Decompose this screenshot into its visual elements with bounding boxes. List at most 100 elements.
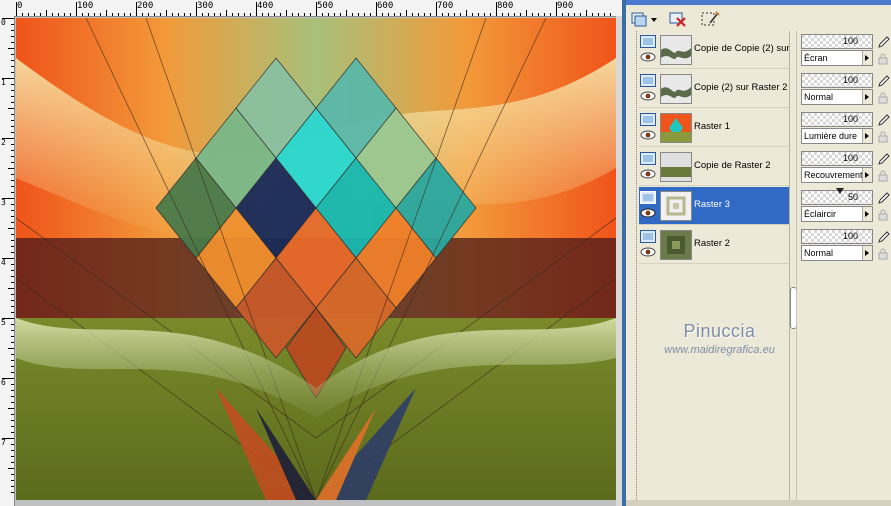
layer-thumbnail: [660, 35, 692, 65]
layer-row[interactable]: Copie de Copie (2) sur: [639, 31, 790, 69]
layer-list: Copie de Copie (2) sur Copie (2) sur Ras…: [636, 31, 790, 506]
dropdown-arrow-icon[interactable]: [862, 207, 872, 221]
visibility-eye-icon[interactable]: [640, 208, 656, 218]
ruler-tick-label: 4: [1, 258, 6, 267]
layer-thumbnail: [660, 152, 692, 182]
ruler-tick-label: 300: [197, 1, 214, 11]
layers-palette: Copie de Copie (2) sur Copie (2) sur Ras…: [626, 0, 891, 506]
edit-pen-icon[interactable]: [877, 113, 891, 127]
opacity-slider[interactable]: 100: [801, 151, 873, 166]
ruler-tick-label: 400: [257, 1, 274, 11]
edit-pen-icon[interactable]: [877, 230, 891, 244]
layer-row-selected[interactable]: Raster 3: [639, 187, 789, 225]
blend-mode-select[interactable]: Lumière dure: [801, 128, 873, 144]
ruler-tick-label: 200: [137, 1, 154, 11]
raster-layer-icon: [640, 35, 656, 48]
edit-pen-icon[interactable]: [877, 191, 891, 205]
opacity-value: 100: [842, 36, 858, 46]
layers-toolbar: [626, 5, 891, 31]
artwork-canvas[interactable]: [16, 18, 616, 500]
blend-mode-value: Normal: [804, 248, 834, 258]
watermark: Pinuccia www.maidiregrafica.eu: [637, 321, 802, 356]
ruler-tick-label: 6: [1, 378, 6, 387]
visibility-eye-icon[interactable]: [640, 130, 656, 140]
layer-row[interactable]: Copie (2) sur Raster 2: [639, 70, 789, 108]
opacity-slider[interactable]: 100: [801, 112, 873, 127]
blend-mode-value: Normal: [804, 92, 834, 102]
visibility-eye-icon[interactable]: [640, 91, 656, 101]
ruler-tick-label: 0: [17, 1, 23, 11]
ruler-tick-label: 700: [437, 1, 454, 11]
blend-mode-select[interactable]: Écran: [801, 50, 873, 66]
layer-row[interactable]: Copie de Raster 2: [639, 148, 789, 186]
layer-row[interactable]: Raster 2: [639, 226, 789, 264]
layer-thumbnail: [660, 74, 692, 104]
raster-layer-icon: [640, 113, 656, 126]
blend-mode-value: Recouvrement: [804, 170, 863, 180]
lock-transparency-icon[interactable]: [877, 131, 889, 143]
blend-mode-select[interactable]: Normal: [801, 245, 873, 261]
ruler-tick-label: 0: [1, 18, 6, 27]
visibility-eye-icon[interactable]: [640, 247, 656, 257]
lock-transparency-icon[interactable]: [877, 248, 889, 260]
vertical-ruler: 0 1 2 3 4 5 6 7: [0, 16, 15, 506]
blend-mode-select[interactable]: Éclaircir: [801, 206, 873, 222]
opacity-value: 100: [842, 153, 858, 163]
layer-thumbnail: [660, 113, 692, 143]
opacity-slider[interactable]: 100: [801, 229, 873, 244]
ruler-tick-label: 7: [1, 438, 6, 447]
delete-layer-icon[interactable]: [666, 8, 690, 30]
visibility-eye-icon[interactable]: [640, 52, 656, 62]
dropdown-arrow-icon[interactable]: [862, 90, 872, 104]
layer-name: Copie (2) sur Raster 2: [694, 82, 788, 93]
layer-properties-column: 100 Écran 100 Normal 100 Lumière dure 100 Recou…: [796, 31, 891, 506]
blend-mode-select[interactable]: Normal: [801, 89, 873, 105]
raster-layer-icon: [640, 191, 656, 204]
layer-properties: 100 Normal: [799, 226, 891, 263]
palette-splitter[interactable]: [789, 31, 797, 506]
watermark-url: www.maidiregrafica.eu: [664, 344, 775, 356]
opacity-slider[interactable]: 100: [801, 73, 873, 88]
layer-properties: 100 Recouvrement: [799, 148, 891, 185]
ruler-tick-label: 3: [1, 198, 6, 207]
dropdown-arrow-icon[interactable]: [862, 129, 872, 143]
layer-thumbnail: [660, 230, 692, 260]
dropdown-arrow-icon[interactable]: [862, 51, 872, 65]
opacity-value: 100: [842, 231, 858, 241]
edit-pen-icon[interactable]: [877, 74, 891, 88]
ruler-tick-label: 800: [497, 1, 514, 11]
opacity-value: 100: [842, 114, 858, 124]
blend-mode-select[interactable]: Recouvrement: [801, 167, 873, 183]
ruler-tick-label: 600: [377, 1, 394, 11]
layer-properties: 100 Lumière dure: [799, 109, 891, 146]
ruler-tick-label: 1: [1, 78, 6, 87]
opacity-value: 50: [847, 192, 858, 202]
lock-transparency-icon[interactable]: [877, 92, 889, 104]
lock-transparency-icon[interactable]: [877, 53, 889, 65]
ruler-tick-label: 2: [1, 138, 6, 147]
layer-row[interactable]: Raster 1: [639, 109, 789, 147]
raster-layer-icon: [640, 152, 656, 165]
canvas-area[interactable]: 0 100 200 300 400 500 600 700 800 900 0 1 2 3 4 5 6 7: [0, 0, 622, 506]
dropdown-arrow-icon[interactable]: [862, 246, 872, 260]
edit-selection-icon[interactable]: [698, 8, 722, 30]
new-layer-dropdown-icon[interactable]: [628, 8, 660, 30]
visibility-eye-icon[interactable]: [640, 169, 656, 179]
layer-name: Raster 2: [694, 238, 730, 249]
layer-properties: 100 Normal: [799, 70, 891, 107]
edit-pen-icon[interactable]: [877, 35, 891, 49]
layer-name: Copie de Raster 2: [694, 160, 771, 171]
raster-layer-icon: [640, 230, 656, 243]
layer-name: Copie de Copie (2) sur: [694, 43, 790, 54]
opacity-slider[interactable]: 100: [801, 34, 873, 49]
layer-properties: 50 Éclaircir: [799, 187, 891, 224]
edit-pen-icon[interactable]: [877, 152, 891, 166]
layer-name: Raster 1: [694, 121, 730, 132]
ruler-tick-label: 500: [317, 1, 334, 11]
layer-name: Raster 3: [694, 199, 730, 210]
lock-transparency-icon[interactable]: [877, 209, 889, 221]
dropdown-arrow-icon[interactable]: [862, 168, 872, 182]
lock-transparency-icon[interactable]: [877, 170, 889, 182]
watermark-name: Pinuccia: [683, 321, 756, 341]
opacity-marker[interactable]: [836, 188, 844, 194]
